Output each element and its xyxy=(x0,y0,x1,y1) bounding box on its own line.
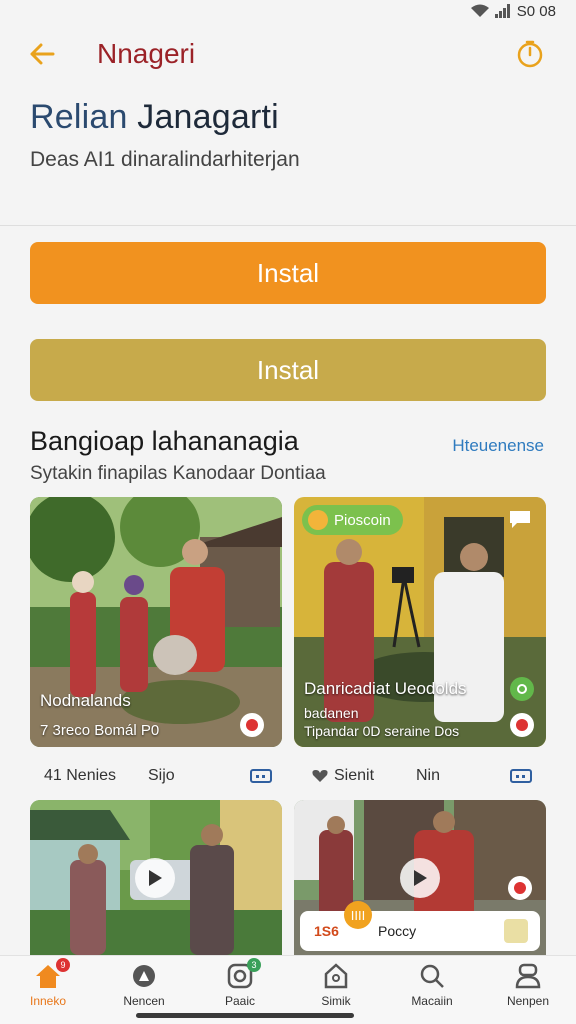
heart-icon[interactable] xyxy=(312,769,328,783)
card-badge-label: Pioscoin xyxy=(334,511,391,529)
play-icon xyxy=(414,870,427,886)
promo-chip[interactable]: 1S6 IIII Poccy xyxy=(300,901,540,951)
page-title: Relian Janagarti xyxy=(30,98,279,137)
stopwatch-icon xyxy=(517,40,543,68)
back-arrow-icon xyxy=(30,43,55,65)
camera-icon: 3 xyxy=(227,958,261,992)
nav-badge: 3 xyxy=(247,958,261,972)
app-title: Nnageri xyxy=(97,38,196,69)
status-dot-icon xyxy=(508,876,532,900)
card-stat-secondary: Sijo xyxy=(148,767,175,784)
nav-label: Inneko xyxy=(29,994,67,1008)
status-time: S0 08 xyxy=(516,2,556,20)
section-title: Bangioap lahananagia xyxy=(30,426,299,456)
screen-icon[interactable] xyxy=(510,768,532,784)
section-subtitle: Sytakin finapilas Kanodaar Dontiaa xyxy=(30,463,326,484)
play-button[interactable] xyxy=(400,858,440,898)
nav-item-shop[interactable]: Simik xyxy=(288,960,384,1016)
explore-icon xyxy=(131,960,157,992)
card-title: Danricadiat Ueodolds xyxy=(304,679,467,698)
page-title-part2: Janagarti xyxy=(137,98,279,136)
nav-item-search[interactable]: Macaiin xyxy=(384,960,480,1016)
card-stat-secondary: Nin xyxy=(416,767,441,784)
status-dot-icon xyxy=(240,713,264,737)
page-header: Relian Janagarti Deas AI1 dinaralindarhi… xyxy=(0,90,576,226)
nav-label: Macaiin xyxy=(411,994,453,1008)
card-meta: badanen xyxy=(304,705,359,721)
play-button[interactable] xyxy=(135,858,175,898)
screen-icon[interactable] xyxy=(250,768,272,784)
back-button[interactable] xyxy=(24,36,60,72)
nav-label: Nencen xyxy=(123,994,165,1008)
page-title-part1: Relian xyxy=(30,98,128,136)
badge-avatar-icon xyxy=(308,510,328,530)
card-stats-row: Sienit Nin xyxy=(312,764,532,788)
home-icon: 9 xyxy=(34,958,70,992)
media-card[interactable]: Nodnalands 7 3reco Bomál P0 xyxy=(30,497,282,747)
bottom-nav: 9 Inneko Nencen 3 Paaic Simik Macaiin Ne… xyxy=(0,955,576,1024)
nav-item-home[interactable]: 9 Inneko xyxy=(0,958,96,1016)
video-card[interactable]: 1S6 IIII Poccy xyxy=(294,800,546,955)
card-stat-likes: Sienit xyxy=(334,767,375,784)
card-stat-views: 41 Nenies xyxy=(44,767,117,784)
search-icon xyxy=(419,960,445,992)
home-indicator xyxy=(136,1013,354,1018)
chip-coin: IIII xyxy=(344,901,372,929)
nav-item-explore[interactable]: Nencen xyxy=(96,960,192,1016)
status-dot-icon xyxy=(510,713,534,737)
profile-icon xyxy=(515,960,541,992)
nav-badge: 9 xyxy=(56,958,70,972)
signal-icon xyxy=(494,4,510,18)
install-button-primary[interactable]: Instal xyxy=(30,242,546,304)
nav-label: Paaic xyxy=(224,994,256,1008)
whatsapp-icon[interactable] xyxy=(510,677,534,701)
timer-button[interactable] xyxy=(512,36,548,72)
nav-label: Nenpen xyxy=(506,994,550,1008)
play-icon xyxy=(149,870,162,886)
status-bar: S0 08 xyxy=(0,0,576,22)
edit-icon[interactable] xyxy=(504,919,528,943)
chat-bubble-icon[interactable] xyxy=(508,509,532,529)
app-bar: Nnageri xyxy=(0,26,576,82)
chip-label: Poccy xyxy=(378,923,417,939)
shop-icon xyxy=(323,960,349,992)
card-title: Nodnalands xyxy=(40,691,131,710)
card-meta: Tipandar 0D seraine Dos xyxy=(304,723,460,739)
media-card[interactable]: Pioscoin Danricadiat Ueodolds badanen Ti… xyxy=(294,497,546,747)
video-card[interactable] xyxy=(30,800,282,955)
wifi-icon xyxy=(470,4,489,17)
card-badge: Pioscoin xyxy=(302,505,403,535)
card-stats-row: 41 Nenies Sijo xyxy=(44,764,272,788)
nav-label: Simik xyxy=(321,994,351,1008)
nav-item-camera[interactable]: 3 Paaic xyxy=(192,958,288,1016)
card-meta: 7 3reco Bomál P0 xyxy=(40,722,160,739)
page-subtitle: Deas AI1 dinaralindarhiterjan xyxy=(30,148,300,171)
section-see-all-link[interactable]: Hteuenense xyxy=(452,436,544,456)
install-button-secondary[interactable]: Instal xyxy=(30,339,546,401)
chip-number: 1S6 xyxy=(314,923,339,939)
nav-item-profile[interactable]: Nenpen xyxy=(480,960,576,1016)
